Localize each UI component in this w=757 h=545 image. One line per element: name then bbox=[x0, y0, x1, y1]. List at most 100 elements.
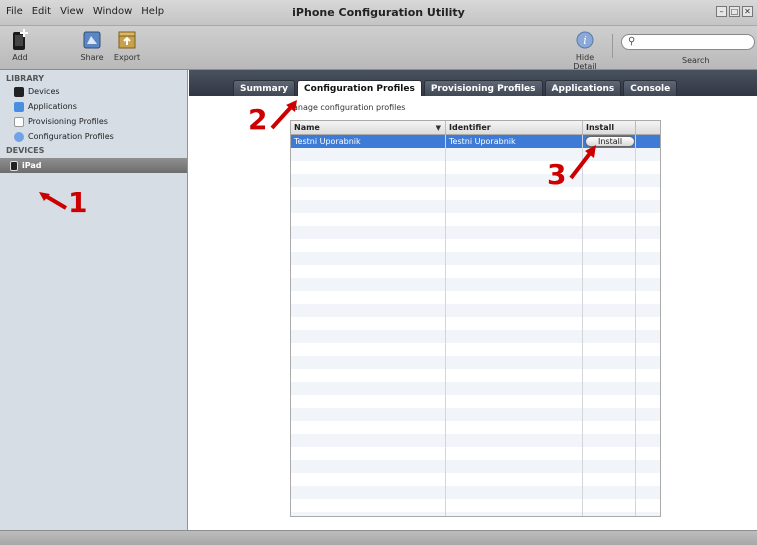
table-cell bbox=[446, 460, 583, 473]
sidebar-item-ipad[interactable]: iPad bbox=[0, 158, 187, 173]
table-cell bbox=[636, 330, 660, 343]
hide-detail-button[interactable]: i Hide Detail bbox=[563, 29, 607, 71]
sidebar-item-configuration-profiles[interactable]: Configuration Profiles bbox=[0, 129, 187, 144]
table-row[interactable] bbox=[291, 291, 660, 304]
tab-summary[interactable]: Summary bbox=[233, 80, 296, 97]
table-row[interactable] bbox=[291, 213, 660, 226]
tab-applications[interactable]: Applications bbox=[544, 80, 622, 97]
sidebar-item-applications[interactable]: Applications bbox=[0, 99, 187, 114]
table-cell bbox=[583, 213, 636, 226]
minimize-icon[interactable]: – bbox=[716, 6, 727, 17]
manage-profiles-label: anage configuration profiles bbox=[293, 103, 406, 112]
info-icon: i bbox=[575, 29, 595, 51]
table-cell bbox=[291, 421, 446, 434]
table-cell bbox=[636, 460, 660, 473]
table-cell bbox=[291, 291, 446, 304]
export-button[interactable]: Export bbox=[112, 29, 142, 62]
table-row[interactable] bbox=[291, 252, 660, 265]
tab-provisioning-profiles[interactable]: Provisioning Profiles bbox=[423, 80, 543, 97]
table-cell bbox=[446, 200, 583, 213]
close-icon[interactable]: ✕ bbox=[742, 6, 753, 17]
share-icon bbox=[82, 29, 102, 51]
table-row[interactable] bbox=[291, 434, 660, 447]
table-row[interactable]: Testni Uporabnik Testni Uporabnik Instal… bbox=[291, 135, 660, 148]
table-row[interactable] bbox=[291, 304, 660, 317]
table-row[interactable] bbox=[291, 486, 660, 499]
table-cell bbox=[291, 499, 446, 512]
table-cell bbox=[636, 200, 660, 213]
table-cell bbox=[446, 408, 583, 421]
table-cell bbox=[291, 408, 446, 421]
table-row[interactable] bbox=[291, 200, 660, 213]
table-cell bbox=[446, 226, 583, 239]
table-cell bbox=[636, 473, 660, 486]
column-header-name[interactable]: Name ▼ bbox=[291, 121, 446, 134]
add-button[interactable]: Add bbox=[8, 29, 32, 62]
hide-detail-label: Hide Detail bbox=[573, 53, 597, 71]
table-cell bbox=[291, 447, 446, 460]
search-label: Search bbox=[682, 56, 710, 65]
table-cell bbox=[636, 135, 660, 148]
table-cell bbox=[446, 382, 583, 395]
tab-console[interactable]: Console bbox=[623, 80, 678, 97]
table-row[interactable] bbox=[291, 317, 660, 330]
table-cell bbox=[636, 161, 660, 174]
annotation-arrow-3 bbox=[569, 145, 596, 180]
table-cell bbox=[636, 499, 660, 512]
maximize-icon[interactable]: □ bbox=[729, 6, 740, 17]
table-body: Testni Uporabnik Testni Uporabnik Instal… bbox=[291, 135, 660, 516]
table-cell bbox=[446, 343, 583, 356]
search-input[interactable]: ⚲ bbox=[621, 34, 755, 50]
table-cell bbox=[446, 278, 583, 291]
table-cell bbox=[446, 330, 583, 343]
add-device-icon bbox=[10, 29, 30, 51]
share-button[interactable]: Share bbox=[78, 29, 106, 62]
table-row[interactable] bbox=[291, 447, 660, 460]
annotation-arrow-2 bbox=[270, 100, 297, 130]
table-row[interactable] bbox=[291, 356, 660, 369]
table-row[interactable] bbox=[291, 226, 660, 239]
table-cell bbox=[446, 395, 583, 408]
table-cell bbox=[636, 187, 660, 200]
table-cell bbox=[446, 447, 583, 460]
table-cell bbox=[446, 291, 583, 304]
table-row[interactable] bbox=[291, 174, 660, 187]
table-row[interactable] bbox=[291, 265, 660, 278]
table-row[interactable] bbox=[291, 460, 660, 473]
sidebar-item-devices[interactable]: Devices bbox=[0, 84, 187, 99]
sidebar-item-label: Provisioning Profiles bbox=[28, 117, 108, 126]
table-cell bbox=[636, 356, 660, 369]
title-bar: File Edit View Window Help iPhone Config… bbox=[0, 0, 757, 26]
table-cell bbox=[583, 473, 636, 486]
table-cell bbox=[583, 408, 636, 421]
table-row[interactable] bbox=[291, 473, 660, 486]
table-cell bbox=[583, 421, 636, 434]
ipad-icon bbox=[10, 160, 18, 171]
annotation-number-3: 3 bbox=[547, 158, 567, 191]
table-row[interactable] bbox=[291, 395, 660, 408]
table-cell bbox=[583, 499, 636, 512]
table-cell bbox=[583, 252, 636, 265]
table-cell bbox=[446, 304, 583, 317]
table-row[interactable] bbox=[291, 187, 660, 200]
table-row[interactable] bbox=[291, 330, 660, 343]
column-header-identifier[interactable]: Identifier bbox=[446, 121, 583, 134]
table-row[interactable] bbox=[291, 161, 660, 174]
table-row[interactable] bbox=[291, 499, 660, 512]
sidebar-item-provisioning-profiles[interactable]: Provisioning Profiles bbox=[0, 114, 187, 129]
table-row[interactable] bbox=[291, 369, 660, 382]
tab-configuration-profiles[interactable]: Configuration Profiles bbox=[297, 80, 422, 97]
table-row[interactable] bbox=[291, 408, 660, 421]
provisioning-profile-icon bbox=[14, 116, 24, 127]
table-row[interactable] bbox=[291, 382, 660, 395]
table-row[interactable] bbox=[291, 421, 660, 434]
table-row[interactable] bbox=[291, 343, 660, 356]
column-header-install[interactable]: Install bbox=[583, 121, 636, 134]
table-cell bbox=[636, 226, 660, 239]
table-row[interactable] bbox=[291, 512, 660, 516]
table-row[interactable] bbox=[291, 239, 660, 252]
table-row[interactable] bbox=[291, 148, 660, 161]
table-row[interactable] bbox=[291, 278, 660, 291]
table-cell bbox=[291, 343, 446, 356]
table-cell bbox=[583, 369, 636, 382]
